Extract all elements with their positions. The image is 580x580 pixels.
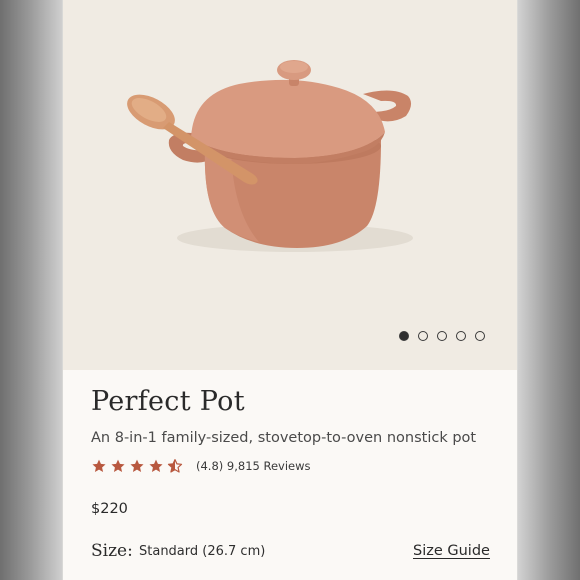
carousel-dot-4[interactable]: [456, 331, 466, 341]
star-full-icon: [130, 459, 144, 472]
carousel-dot-1[interactable]: [399, 331, 409, 341]
star-full-icon: [92, 459, 106, 472]
star-half-icon: [167, 459, 183, 473]
star-full-icon: [149, 459, 163, 472]
product-subtitle: An 8-in-1 family-sized, stovetop-to-oven…: [91, 430, 477, 446]
size-label: Size:: [91, 541, 133, 561]
carousel-dot-5[interactable]: [475, 331, 485, 341]
rating-summary[interactable]: (4.8) 9,815 Reviews: [91, 458, 311, 474]
product-price: $220: [91, 501, 128, 517]
carousel-dot-2[interactable]: [418, 331, 428, 341]
size-row: Size: Standard (26.7 cm) Size Guide: [91, 541, 491, 565]
carousel-dot-3[interactable]: [437, 331, 447, 341]
product-page: Perfect Pot An 8-in-1 family-sized, stov…: [63, 0, 517, 580]
star-full-icon: [111, 459, 125, 472]
rating-text: (4.8) 9,815 Reviews: [196, 459, 311, 473]
size-value: Standard (26.7 cm): [139, 544, 266, 559]
carousel-dots: [399, 330, 485, 342]
product-image-carousel[interactable]: [63, 0, 517, 370]
size-guide-link[interactable]: Size Guide: [413, 543, 490, 559]
pot-with-spoon-image: [127, 60, 413, 252]
product-info: Perfect Pot An 8-in-1 family-sized, stov…: [63, 370, 517, 580]
product-title: Perfect Pot: [91, 386, 245, 417]
